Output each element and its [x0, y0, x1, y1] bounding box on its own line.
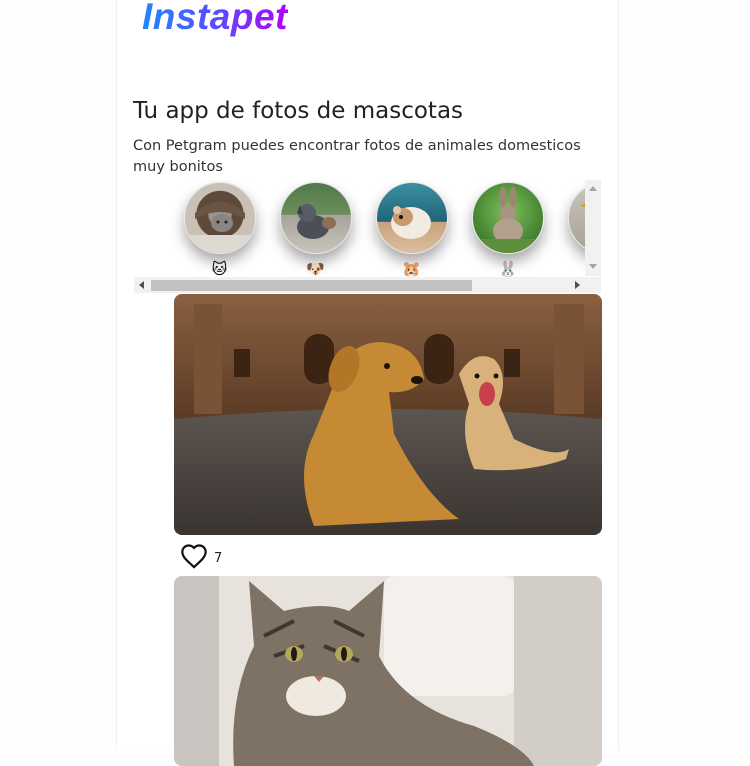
post-actions: 7 [180, 544, 222, 572]
post-photo-dogs[interactable] [174, 294, 602, 535]
category-item-hamster[interactable]: 🐹 [374, 182, 449, 278]
page-subtitle: Con Petgram puedes encontrar fotos de an… [133, 138, 581, 175]
scrollbar-thumb[interactable] [151, 280, 472, 291]
scroll-right-icon[interactable] [575, 281, 580, 289]
vertical-scrollbar[interactable] [585, 180, 601, 276]
like-count: 7 [214, 550, 223, 566]
scroll-down-icon[interactable] [589, 264, 597, 269]
category-item-dog[interactable]: 🐶 [278, 182, 353, 278]
app-container: Instapet Tu app de fotos de mascotas Con… [116, 0, 619, 766]
horizontal-scrollbar[interactable] [134, 277, 601, 293]
category-image-cat [183, 182, 256, 254]
category-image-dog [279, 182, 352, 254]
post-photo-cat[interactable] [174, 576, 602, 766]
category-item-cat[interactable]: 🐱 [182, 182, 257, 278]
heart-outline-icon[interactable] [180, 543, 208, 573]
app-logo[interactable]: Instapet [142, 0, 288, 38]
category-item-rabbit[interactable]: 🐰 [470, 182, 545, 278]
category-emoji: 🐹 [402, 260, 422, 278]
scroll-up-icon[interactable] [589, 186, 597, 191]
category-image-hamster [375, 182, 448, 254]
category-emoji: 🐱 [211, 260, 228, 278]
category-image-rabbit [471, 182, 544, 254]
category-list[interactable]: 🐱 🐶 🐹 🐰 [134, 180, 601, 293]
category-emoji: 🐰 [498, 260, 518, 278]
category-track: 🐱 🐶 🐹 🐰 [182, 182, 601, 278]
category-emoji: 🐶 [306, 260, 325, 278]
page-title: Tu app de fotos de mascotas [133, 98, 464, 124]
scroll-left-icon[interactable] [139, 281, 144, 289]
